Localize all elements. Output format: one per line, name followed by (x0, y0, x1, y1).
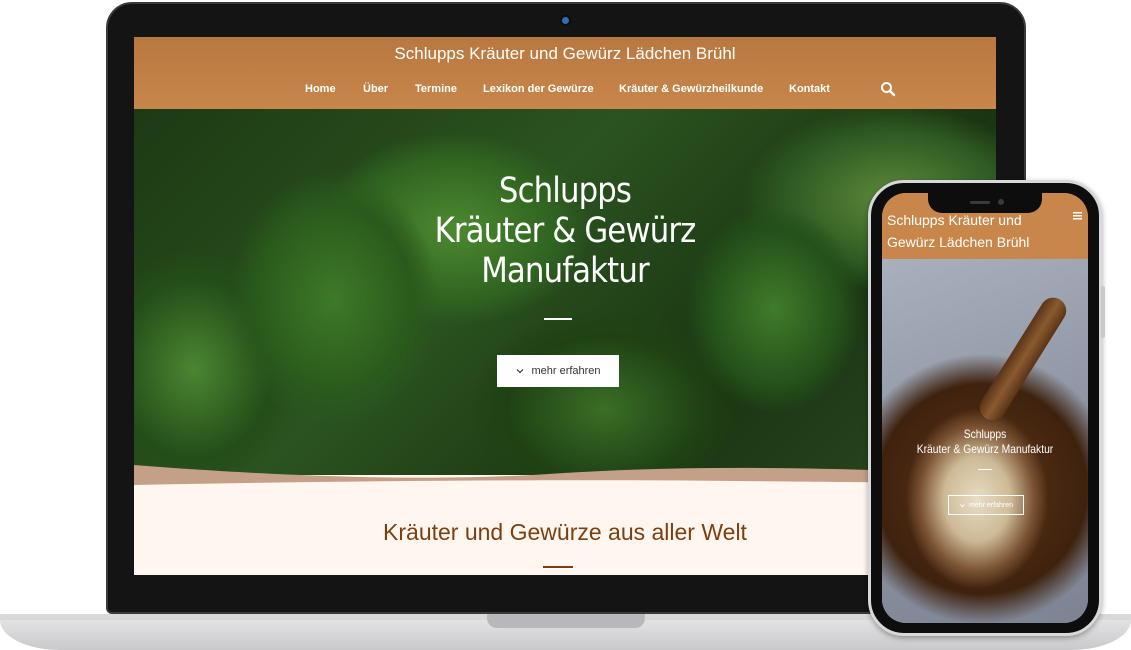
chevron-down-icon (517, 369, 524, 374)
nav-item-kontakt[interactable]: Kontakt (789, 83, 830, 95)
desktop-website: Schlupps Kräuter und Gewürz Lädchen Brüh… (134, 37, 996, 575)
more-info-label: mehr erfahren (531, 365, 601, 377)
mobile-site-title[interactable]: Schlupps Kräuter und Gewürz Lädchen Brüh… (887, 209, 1057, 253)
mobile-website: Schlupps Kräuter und Gewürz Lädchen Brüh… (882, 193, 1088, 623)
phone-side-button (1101, 286, 1105, 338)
laptop-camera (562, 17, 569, 24)
search-icon[interactable] (880, 81, 896, 97)
hero-title: Schlupps Kräuter & Gewürz Manufaktur (186, 171, 945, 291)
laptop-notch (487, 614, 645, 628)
mobile-hero-title-line-2: Kräuter & Gewürz Manufaktur (916, 442, 1054, 456)
hero-section: Schlupps Kräuter & Gewürz Manufaktur meh… (134, 109, 996, 475)
mobile-hero-title: Schlupps Kräuter & Gewürz Manufaktur (896, 427, 1073, 457)
section-title: Kräuter und Gewürze aus aller Welt (383, 519, 747, 545)
mobile-more-info-button[interactable]: mehr erfahren (948, 495, 1024, 515)
nav-item-ueber[interactable]: Über (363, 83, 388, 95)
section-divider (543, 566, 573, 568)
hero-title-line-2: Kräuter & Gewürz (434, 211, 697, 251)
mobile-more-info-label: mehr erfahren (969, 501, 1013, 509)
wave-divider (134, 465, 996, 491)
hero-title-line-3: Manufaktur (481, 251, 649, 291)
nav-item-heilkunde[interactable]: Kräuter & Gewürzheilkunde (619, 83, 763, 95)
nav-item-termine[interactable]: Termine (415, 83, 457, 95)
nav-item-home[interactable]: Home (305, 83, 336, 95)
phone-notch (928, 193, 1042, 213)
mobile-hero-title-line-1: Schlupps (963, 427, 1007, 441)
phone-camera (998, 199, 1004, 205)
hamburger-icon[interactable] (1073, 211, 1082, 220)
site-title[interactable]: Schlupps Kräuter und Gewürz Lädchen Brüh… (134, 44, 996, 64)
hero-divider (544, 318, 572, 320)
site-header: Schlupps Kräuter und Gewürz Lädchen Brüh… (134, 37, 996, 109)
chevron-down-icon (960, 503, 965, 507)
more-info-button[interactable]: mehr erfahren (497, 355, 619, 387)
phone-speaker (970, 201, 990, 204)
wooden-spoon-image (974, 292, 1072, 426)
mobile-hero-divider (978, 469, 992, 470)
main-nav: Home Über Termine Lexikon der Gewürze Kr… (134, 83, 996, 99)
hero-title-line-1: Schlupps (498, 171, 632, 211)
device-mockup: Schlupps Kräuter und Gewürz Lädchen Brüh… (0, 0, 1131, 650)
nav-item-lexikon[interactable]: Lexikon der Gewürze (483, 83, 594, 95)
